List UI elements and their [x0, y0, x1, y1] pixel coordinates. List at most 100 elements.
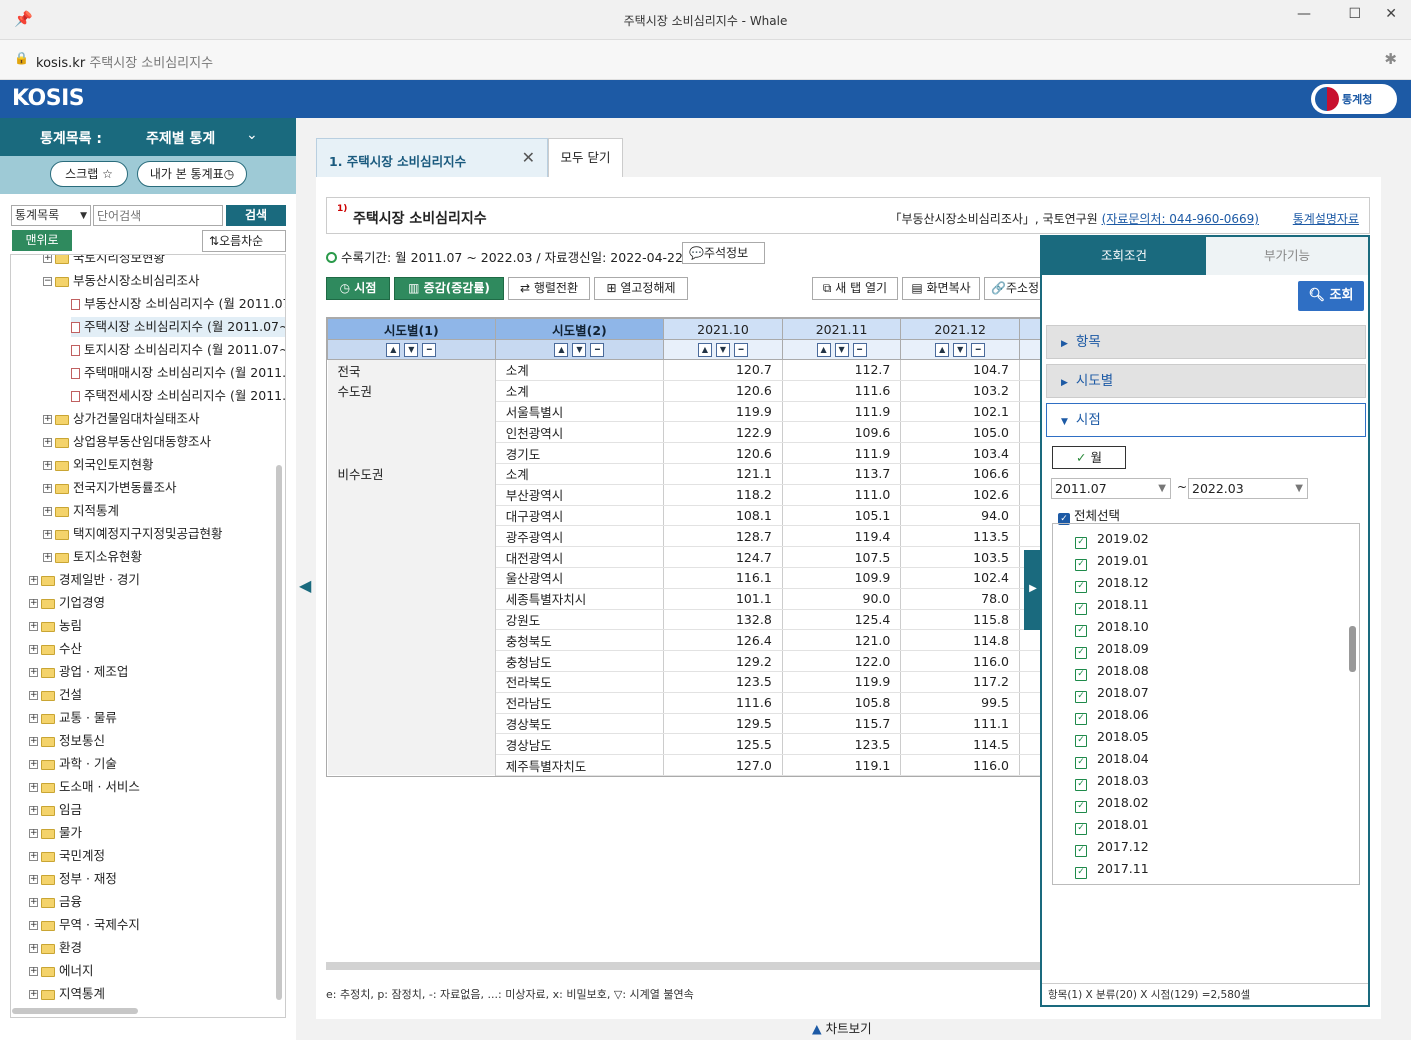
- tree-folder[interactable]: + 지적통계: [43, 501, 285, 521]
- expand-toggle-icon[interactable]: +: [29, 576, 38, 585]
- expand-toggle-icon[interactable]: +: [43, 415, 52, 424]
- change-rate-button[interactable]: ▥ 증감(증감률): [394, 277, 504, 300]
- tree-table-link[interactable]: 토지시장 소비심리지수 (월 2011.07~: [71, 340, 285, 360]
- accordion-time[interactable]: ▼ 시점: [1046, 403, 1366, 437]
- address-bar[interactable]: 🔒 kosis.kr 주택시장 소비심리지수 ✱: [0, 40, 1411, 80]
- period-checkbox-item[interactable]: ✓ 2018.04: [1075, 748, 1149, 770]
- period-checkbox-item[interactable]: ✓ 2018.05: [1075, 726, 1149, 748]
- tree-folder[interactable]: + 정보통신: [29, 731, 285, 751]
- tree-folder[interactable]: + 임금: [29, 800, 285, 820]
- tree-folder[interactable]: + 국민계정: [29, 846, 285, 866]
- expand-toggle-icon[interactable]: +: [43, 461, 52, 470]
- screen-copy-button[interactable]: ▤ 화면복사: [902, 277, 980, 300]
- contact-link[interactable]: (자료문의처: 044-960-0669): [1102, 212, 1259, 226]
- expand-toggle-icon[interactable]: +: [29, 852, 38, 861]
- tab-housing-sentiment[interactable]: 1. 주택시장 소비심리지수 ✕: [316, 138, 548, 177]
- pivot-button[interactable]: ⇄ 행렬전환: [508, 277, 590, 300]
- expand-toggle-icon[interactable]: +: [29, 599, 38, 608]
- month-toggle[interactable]: ✓ 월: [1052, 446, 1126, 469]
- tree-folder[interactable]: + 광업 · 제조업: [29, 662, 285, 682]
- tab-query-conditions[interactable]: 조회조건: [1042, 237, 1206, 275]
- tree-folder[interactable]: + 무역 · 국제수지: [29, 915, 285, 935]
- url-copy-button[interactable]: 🔗주소정: [984, 277, 1044, 300]
- tree-folder[interactable]: + 토지소유현황: [43, 547, 285, 567]
- period-checkbox-item[interactable]: ✓ 2019.01: [1075, 550, 1149, 572]
- footnote-marker[interactable]: 1): [337, 204, 347, 214]
- period-from-select[interactable]: 2011.07 ▼: [1051, 478, 1171, 499]
- stat-list-header[interactable]: 통계목록 : 주제별 통계 ⌄: [0, 118, 296, 156]
- kosis-logo[interactable]: KOSIS: [12, 86, 85, 111]
- expand-toggle-icon[interactable]: +: [29, 622, 38, 631]
- sort-up-icon[interactable]: ▲: [386, 343, 401, 358]
- tree-folder[interactable]: + 정부 · 재정: [29, 869, 285, 889]
- tab-extra-features[interactable]: 부가기능: [1206, 237, 1368, 275]
- sort-up-icon[interactable]: ▲: [816, 343, 831, 358]
- sort-down-icon[interactable]: ▼: [953, 343, 968, 358]
- go-top-button[interactable]: 맨위로: [12, 230, 72, 251]
- collapse-icon[interactable]: ━: [590, 343, 605, 358]
- chart-view-button[interactable]: ▲ 차트보기: [812, 1018, 872, 1037]
- search-input[interactable]: [93, 205, 223, 226]
- note-info-button[interactable]: 💬주석정보: [682, 242, 765, 264]
- expand-toggle-icon[interactable]: +: [43, 507, 52, 516]
- expand-toggle-icon[interactable]: +: [29, 944, 38, 953]
- tree-folder[interactable]: + 경제일반 · 경기: [29, 570, 285, 590]
- expand-toggle-icon[interactable]: +: [43, 484, 52, 493]
- tree-folder[interactable]: + 과학 · 기술: [29, 754, 285, 774]
- period-checkbox-item[interactable]: ✓ 2018.07: [1075, 682, 1149, 704]
- expand-toggle-icon[interactable]: +: [43, 438, 52, 447]
- select-all-checkbox[interactable]: ✓ 전체선택: [1058, 505, 1120, 525]
- tree-folder[interactable]: − 부동산시장소비심리조사: [43, 271, 285, 291]
- period-checkbox-item[interactable]: ✓ 2018.08: [1075, 660, 1149, 682]
- expand-toggle-icon[interactable]: +: [29, 714, 38, 723]
- expand-toggle-icon[interactable]: +: [29, 875, 38, 884]
- period-checkbox-item[interactable]: ✓ 2018.09: [1075, 638, 1149, 660]
- tree-folder[interactable]: + 도소매 · 서비스: [29, 777, 285, 797]
- search-button[interactable]: 검색: [226, 205, 286, 226]
- expand-toggle-icon[interactable]: +: [29, 898, 38, 907]
- sort-up-icon[interactable]: ▲: [554, 343, 569, 358]
- collapse-left-icon[interactable]: ◀: [299, 576, 311, 595]
- period-checkbox-item[interactable]: ✓ 2018.06: [1075, 704, 1149, 726]
- tree-folder[interactable]: + 물가: [29, 823, 285, 843]
- tree-folder[interactable]: + 상업용부동산임대동향조사: [43, 432, 285, 452]
- table-horizontal-scrollbar[interactable]: [326, 962, 1042, 970]
- expand-toggle-icon[interactable]: +: [43, 553, 52, 562]
- sort-down-icon[interactable]: ▼: [715, 343, 730, 358]
- expand-toggle-icon[interactable]: +: [29, 990, 38, 999]
- chevron-down-icon[interactable]: ⌄: [246, 127, 258, 143]
- period-list-scrollbar[interactable]: [1349, 626, 1356, 672]
- tree-folder[interactable]: + 건설: [29, 685, 285, 705]
- tree-folder[interactable]: + 국토지리정보현황: [43, 255, 285, 268]
- new-tab-button[interactable]: ⧉ 새 탭 열기: [812, 277, 898, 300]
- expand-toggle-icon[interactable]: +: [29, 921, 38, 930]
- sort-down-icon[interactable]: ▼: [572, 343, 587, 358]
- period-checkbox-item[interactable]: ✓ 2018.11: [1075, 594, 1149, 616]
- close-icon[interactable]: ✕: [522, 148, 535, 167]
- expand-toggle-icon[interactable]: +: [29, 967, 38, 976]
- collapse-icon[interactable]: ━: [422, 343, 437, 358]
- collapse-icon[interactable]: ━: [971, 343, 986, 358]
- accordion-region[interactable]: ▶ 시도별: [1046, 364, 1366, 398]
- tree-folder[interactable]: + 택지예정지구지정및공급현황: [43, 524, 285, 544]
- expand-toggle-icon[interactable]: +: [29, 668, 38, 677]
- tree-folder[interactable]: + 상가건물임대차실태조사: [43, 409, 285, 429]
- sort-down-icon[interactable]: ▼: [834, 343, 849, 358]
- tree-vertical-scrollbar[interactable]: [276, 465, 282, 1000]
- period-checkbox-item[interactable]: ✓ 2018.03: [1075, 770, 1149, 792]
- period-checkbox-item[interactable]: ✓ 2018.12: [1075, 572, 1149, 594]
- period-checkbox-item[interactable]: ✓ 2017.11: [1075, 858, 1149, 880]
- tree-table-link[interactable]: 주택전세시장 소비심리지수 (월 2011.: [71, 386, 285, 406]
- close-all-tabs-button[interactable]: 모두 닫기: [548, 138, 623, 177]
- expand-toggle-icon[interactable]: +: [43, 530, 52, 539]
- tree-folder[interactable]: + 지역통계: [29, 984, 285, 1004]
- time-button[interactable]: ◷ 시점: [326, 277, 390, 300]
- close-window-icon[interactable]: ✕: [1385, 6, 1397, 22]
- period-checkbox-item[interactable]: ✓ 2018.10: [1075, 616, 1149, 638]
- tree-folder[interactable]: + 농림: [29, 616, 285, 636]
- expand-toggle-icon[interactable]: +: [29, 829, 38, 838]
- agency-logo[interactable]: 통계청: [1311, 84, 1397, 114]
- expand-toggle-icon[interactable]: +: [29, 645, 38, 654]
- tree-folder[interactable]: + 금융: [29, 892, 285, 912]
- unfix-columns-button[interactable]: ⊞ 열고정해제: [594, 277, 688, 300]
